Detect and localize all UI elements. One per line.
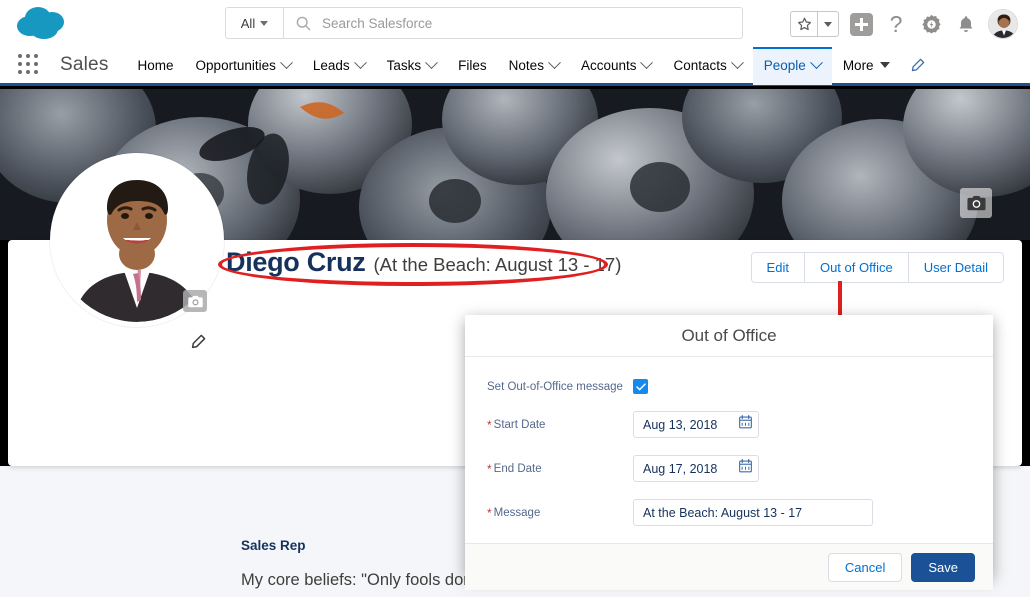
chevron-down-icon — [640, 55, 654, 69]
nav-item-files[interactable]: Files — [447, 46, 498, 85]
search-scope-dropdown[interactable]: All — [226, 8, 284, 38]
cancel-button[interactable]: Cancel — [827, 552, 903, 582]
chevron-down-icon — [730, 55, 744, 69]
form-row-message: * Message At the Beach: August 13 - 17 — [465, 499, 993, 526]
nav-item-notes[interactable]: Notes — [498, 46, 570, 85]
nav-item-label: Home — [137, 57, 174, 73]
nav-item-label: Notes — [508, 57, 544, 73]
notifications-bell-icon[interactable] — [953, 11, 979, 37]
checkbox-label: Set Out-of-Office message — [487, 380, 623, 393]
search-scope-label: All — [240, 15, 256, 31]
nav-item-contacts[interactable]: Contacts — [662, 46, 752, 85]
app-navigation-bar: Sales Home Opportunities Leads Tasks Fil… — [0, 45, 1030, 86]
global-search-bar[interactable]: All — [225, 7, 743, 39]
form-row-end-date: * End Date Aug 17, 2018 — [465, 455, 993, 482]
required-indicator: * — [487, 417, 492, 432]
global-actions-plus-icon[interactable] — [848, 11, 874, 37]
nav-item-leads[interactable]: Leads — [302, 46, 376, 85]
search-icon — [284, 8, 322, 38]
message-label: * Message — [487, 505, 541, 520]
out-of-office-modal: Out of Office Set Out-of-Office message … — [465, 315, 993, 590]
end-date-input[interactable]: Aug 17, 2018 — [633, 455, 759, 482]
header-icon-group: ? — [790, 5, 1018, 43]
chevron-down-icon — [353, 55, 367, 69]
calendar-icon[interactable] — [739, 459, 752, 478]
nav-item-label: Accounts — [580, 57, 637, 73]
global-header: All Search Salesforce ? — [0, 0, 1030, 47]
profile-title: Sales Rep — [241, 538, 306, 553]
message-value: At the Beach: August 13 - 17 — [643, 505, 803, 520]
salesforce-app-window: All Search Salesforce ? Sales Home Oppor… — [0, 0, 1030, 597]
nav-item-accounts[interactable]: Accounts — [570, 46, 663, 85]
salesforce-cloud-logo[interactable] — [14, 2, 76, 44]
modal-header: Out of Office — [465, 315, 993, 357]
start-date-input[interactable]: Aug 13, 2018 — [633, 411, 759, 438]
modal-footer: Cancel Save — [465, 543, 993, 590]
user-avatar[interactable] — [988, 9, 1018, 39]
nav-item-label: Files — [458, 57, 487, 73]
end-date-value: Aug 17, 2018 — [643, 461, 718, 476]
nav-item-label: Tasks — [386, 57, 422, 73]
chevron-down-icon — [548, 55, 561, 69]
user-detail-button[interactable]: User Detail — [908, 253, 1003, 282]
set-out-of-office-checkbox[interactable] — [633, 379, 648, 394]
form-row-checkbox: Set Out-of-Office message — [465, 379, 993, 394]
profile-name-row: Diego Cruz (At the Beach: August 13 - 17… — [226, 247, 621, 278]
message-input[interactable]: At the Beach: August 13 - 17 — [633, 499, 873, 526]
nav-item-label: People — [763, 57, 806, 73]
page-title: Diego Cruz — [226, 247, 366, 277]
out-of-office-button[interactable]: Out of Office — [804, 253, 909, 282]
nav-item-label: Opportunities — [195, 57, 276, 73]
chevron-down-icon — [279, 55, 293, 69]
avatar-camera-icon[interactable] — [183, 290, 207, 312]
nav-item-more[interactable]: More — [832, 46, 901, 85]
chevron-down-icon — [425, 55, 439, 69]
nav-item-opportunities[interactable]: Opportunities — [185, 46, 302, 85]
help-icon[interactable]: ? — [883, 11, 909, 37]
nav-item-tasks[interactable]: Tasks — [376, 46, 448, 85]
setup-gear-icon[interactable] — [918, 11, 944, 37]
chevron-down-icon — [260, 20, 269, 26]
modal-title: Out of Office — [681, 325, 777, 345]
app-name-label: Sales — [60, 54, 109, 75]
app-launcher-icon[interactable] — [18, 54, 40, 76]
search-input[interactable] — [322, 8, 742, 38]
banner-camera-icon[interactable] — [960, 188, 992, 218]
nav-item-label: Contacts — [673, 57, 727, 73]
nav-item-home[interactable]: Home — [127, 46, 185, 85]
nav-item-people[interactable]: People — [752, 45, 832, 85]
nav-item-label: Leads — [312, 57, 350, 73]
nav-item-label: More — [842, 57, 874, 73]
profile-status-text: (At the Beach: August 13 - 17) — [373, 254, 622, 275]
pencil-icon[interactable] — [907, 46, 929, 85]
required-indicator: * — [487, 461, 492, 476]
favorites-star-icon[interactable] — [791, 12, 818, 36]
profile-action-buttons: Edit Out of Office User Detail — [750, 252, 1004, 283]
favorites-dropdown-icon[interactable] — [818, 12, 838, 36]
chevron-down-icon — [809, 55, 823, 69]
calendar-icon[interactable] — [739, 415, 752, 434]
edit-button[interactable]: Edit — [751, 253, 805, 282]
start-date-value: Aug 13, 2018 — [643, 417, 718, 432]
form-row-start-date: * Start Date Aug 13, 2018 — [465, 411, 993, 438]
profile-edit-pencil-icon[interactable] — [186, 330, 210, 354]
required-indicator: * — [487, 505, 492, 520]
save-button[interactable]: Save — [911, 552, 975, 582]
end-date-label: * End Date — [487, 461, 542, 476]
start-date-label: * Start Date — [487, 417, 546, 432]
nav-item-list: Home Opportunities Leads Tasks Files Not… — [127, 45, 929, 85]
modal-body: Set Out-of-Office message * Start Date A… — [465, 357, 993, 543]
caret-down-icon — [879, 62, 890, 68]
favorites-group — [790, 11, 839, 37]
